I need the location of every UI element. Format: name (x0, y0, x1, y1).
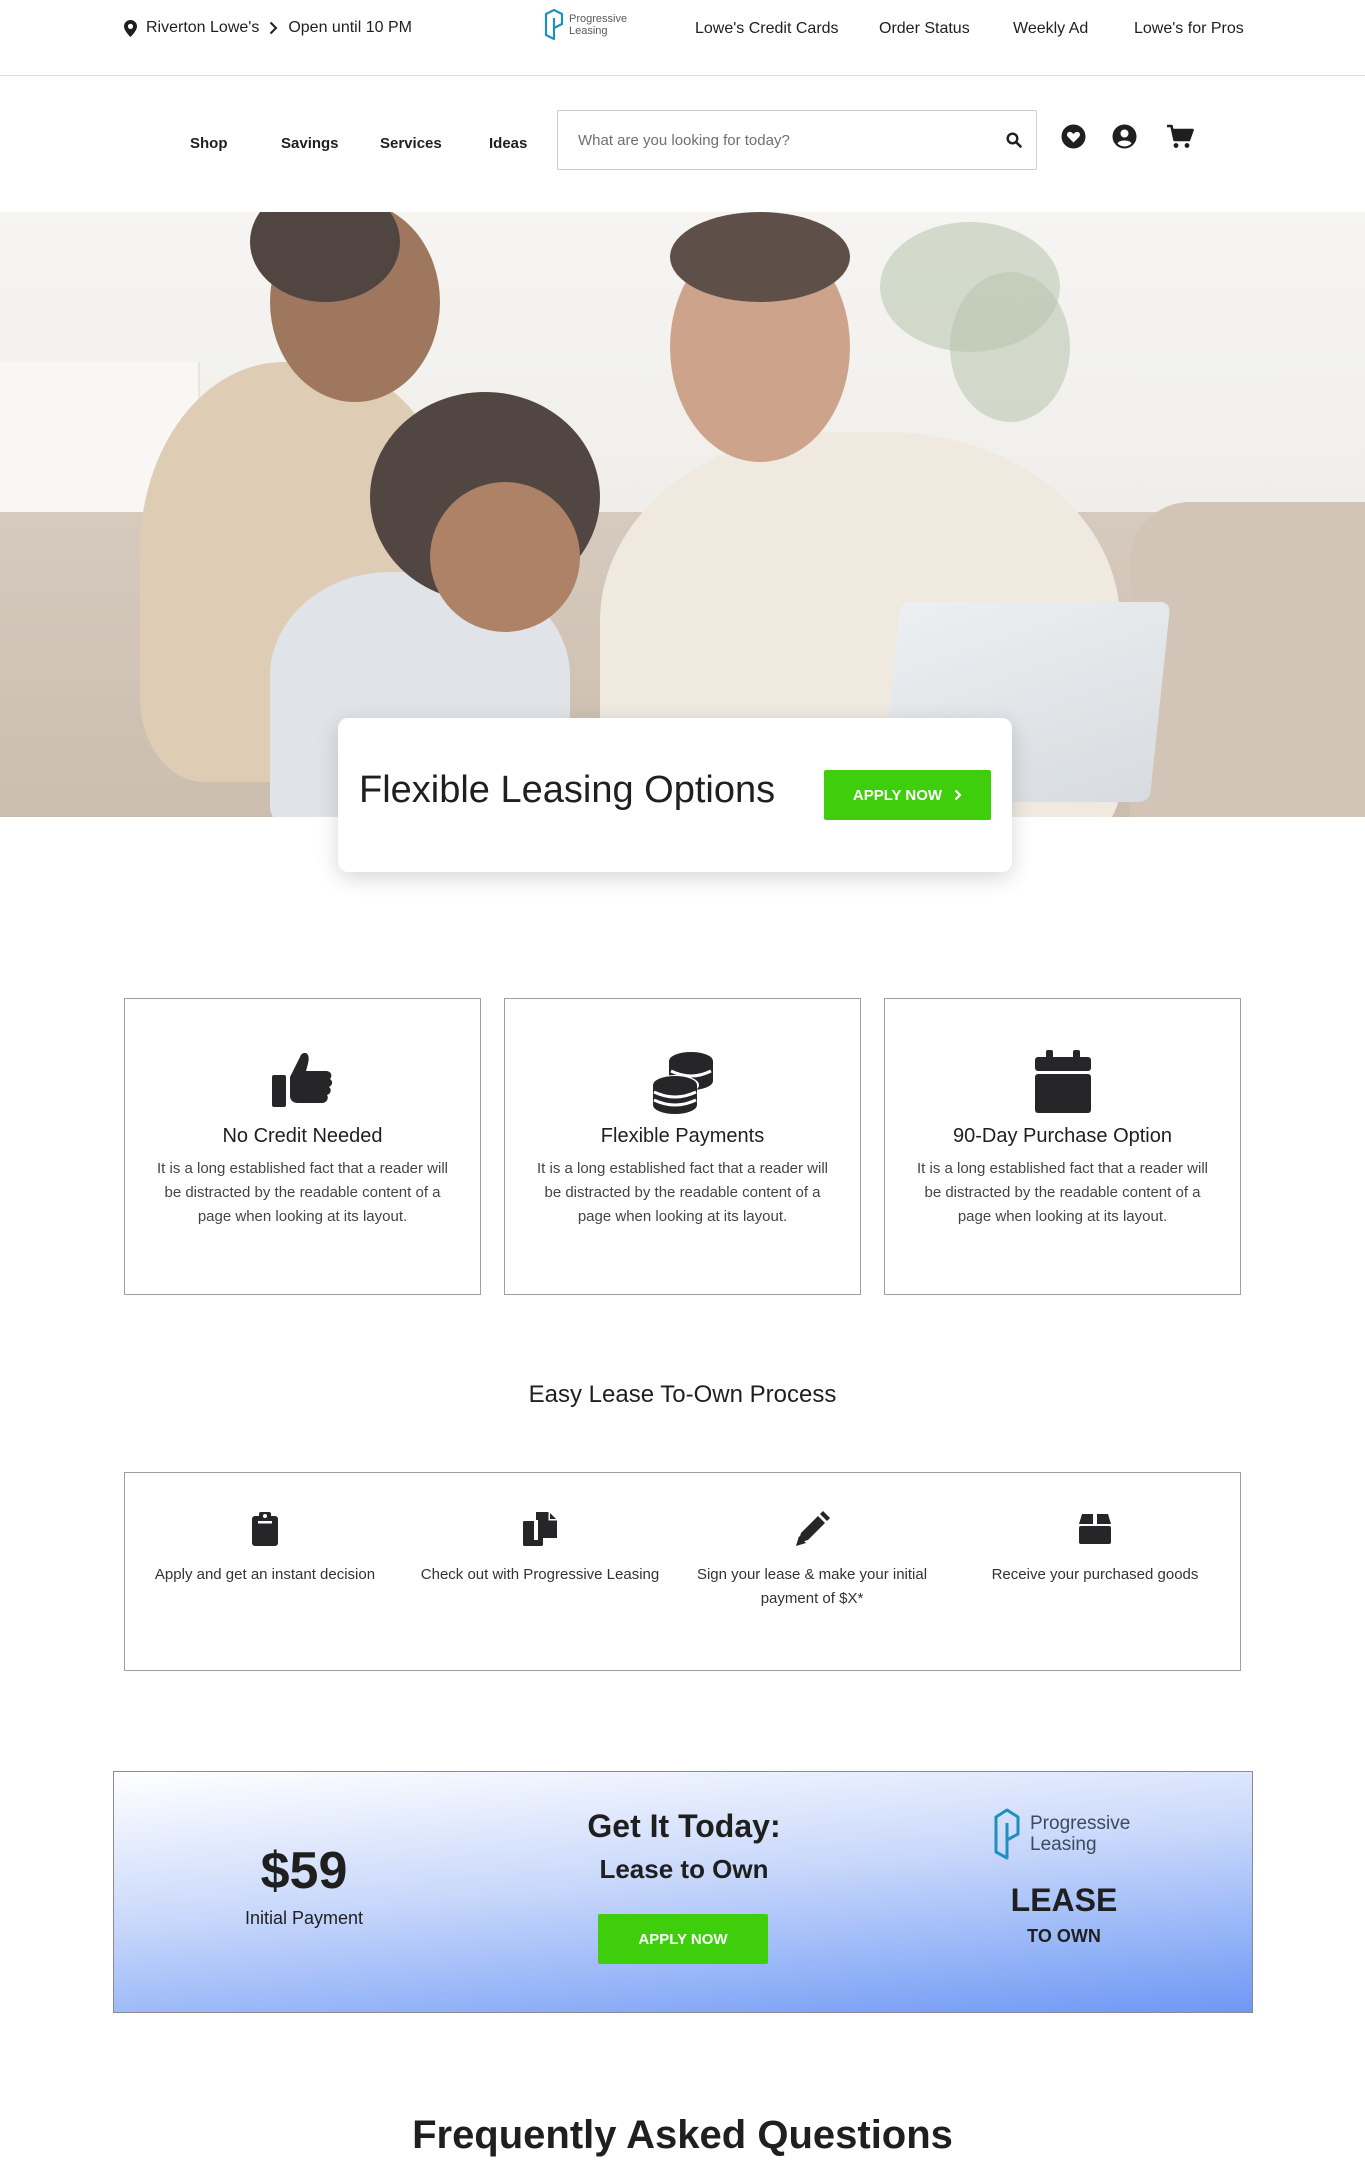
link-weekly-ad[interactable]: Weekly Ad (1013, 20, 1088, 38)
link-order-status[interactable]: Order Status (879, 20, 970, 38)
coins-icon (505, 1049, 860, 1114)
lease-promo-banner: $59 Initial Payment Get It Today: Lease … (113, 1771, 1253, 2013)
brand-line-2: Leasing (569, 25, 608, 37)
nav-shop[interactable]: Shop (190, 135, 228, 152)
location-pin-icon (124, 19, 137, 37)
process-step-3: Sign your lease & make your initial paym… (682, 1509, 942, 1611)
hero-title: Flexible Leasing Options (359, 769, 776, 811)
process-step-text: Receive your purchased goods (991, 1566, 1199, 1583)
clipboard-icon (135, 1509, 395, 1549)
copy-icon (410, 1509, 670, 1549)
calendar-icon (885, 1049, 1240, 1113)
box-icon (965, 1509, 1225, 1549)
progressive-leasing-logo[interactable]: Progressive Leasing (543, 9, 627, 41)
brand-line-1: Progressive (569, 13, 628, 25)
process-step-2: Check out with Progressive Leasing (410, 1509, 670, 1587)
nav-savings[interactable]: Savings (281, 135, 339, 152)
heart-icon[interactable] (1061, 124, 1086, 149)
process-title: Easy Lease To-Own Process (528, 1381, 837, 1408)
feature-title: Flexible Payments (600, 1125, 765, 1147)
process-step-4: Receive your purchased goods (965, 1509, 1225, 1587)
cart-icon[interactable] (1166, 124, 1194, 149)
brand-line-1: Progressive (1030, 1813, 1131, 1834)
promo-apply-now-button[interactable]: APPLY NOW (598, 1914, 768, 1964)
process-step-text: Apply and get an instant decision (154, 1566, 376, 1583)
progressive-leasing-logo: Progressive Leasing (992, 1808, 1130, 1860)
search-icon[interactable] (1006, 132, 1022, 148)
initial-payment-label: Initial Payment (244, 1908, 364, 1928)
process-step-1: Apply and get an instant decision (135, 1509, 395, 1587)
faq-title: Frequently Asked Questions (412, 2113, 953, 2157)
feature-text: It is a long established fact that a rea… (917, 1160, 1208, 1225)
process-step-text: Check out with Progressive Leasing (420, 1566, 660, 1583)
store-selector[interactable]: Riverton Lowe's Open until 10 PM (124, 19, 412, 37)
process-step-text: Sign your lease & make your initial paym… (696, 1566, 928, 1607)
search-input[interactable] (578, 111, 978, 169)
hero-card: Flexible Leasing Options APPLY NOW (338, 718, 1012, 872)
nav-ideas[interactable]: Ideas (489, 135, 527, 152)
initial-payment-amount: $59 (260, 1842, 348, 1900)
progressive-logo-icon (994, 1808, 1020, 1860)
promo-headline: Get It Today: (587, 1808, 781, 1844)
chevron-right-icon (954, 785, 962, 806)
apply-now-button[interactable]: APPLY NOW (824, 770, 991, 820)
feature-text: It is a long established fact that a rea… (157, 1160, 448, 1225)
store-name: Riverton Lowe's (146, 19, 260, 36)
to-own-label: TO OWN (1027, 1926, 1101, 1946)
utility-bar: Riverton Lowe's Open until 10 PM Progres… (0, 0, 1365, 76)
feature-title: 90-Day Purchase Option (952, 1125, 1172, 1147)
process-steps: Apply and get an instant decision Check … (124, 1472, 1241, 1671)
link-credit-cards[interactable]: Lowe's Credit Cards (695, 20, 839, 38)
link-lowes-for-pros[interactable]: Lowe's for Pros (1134, 20, 1244, 38)
chevron-right-icon (270, 21, 278, 35)
brand-line-2: Leasing (1030, 1834, 1097, 1855)
apply-now-label: APPLY NOW (852, 786, 943, 804)
feature-card-flexible-payments: Flexible Payments It is a long establish… (504, 998, 861, 1295)
feature-card-90-day: 90-Day Purchase Option It is a long esta… (884, 998, 1241, 1295)
promo-subheadline: Lease to Own (599, 1854, 769, 1884)
nav-services[interactable]: Services (380, 135, 442, 152)
lease-label: LEASE (1010, 1882, 1118, 1918)
progressive-logo-icon (544, 9, 564, 41)
feature-text: It is a long established fact that a rea… (537, 1160, 828, 1225)
store-hours: Open until 10 PM (288, 19, 412, 36)
pen-icon (682, 1509, 942, 1549)
account-icon[interactable] (1112, 124, 1137, 149)
thumbs-up-icon (125, 1049, 480, 1113)
feature-card-no-credit: No Credit Needed It is a long establishe… (124, 998, 481, 1295)
search-box (557, 110, 1037, 170)
feature-title: No Credit Needed (222, 1125, 383, 1147)
